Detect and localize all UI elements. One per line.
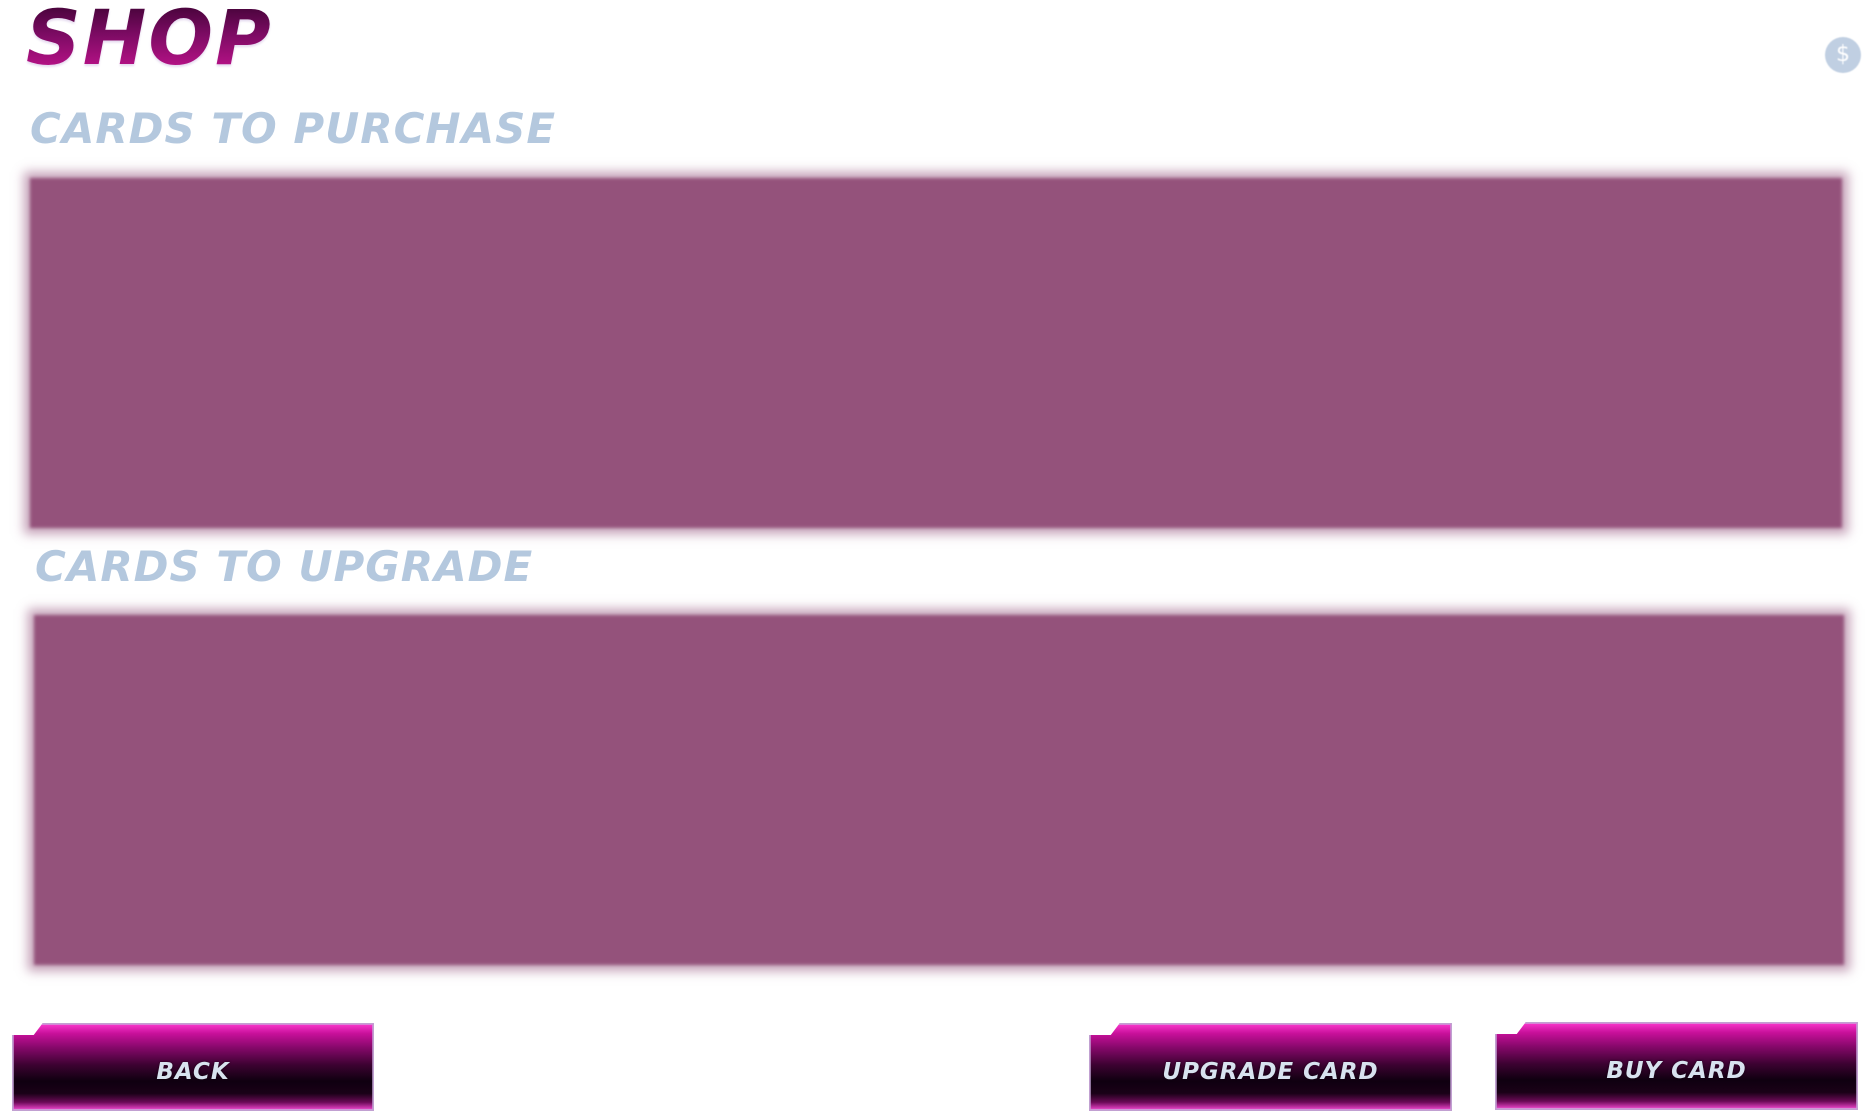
cards-to-upgrade-panel[interactable] bbox=[34, 615, 1844, 965]
buy-card-button-label: BUY CARD bbox=[1606, 1058, 1747, 1084]
cards-to-purchase-panel[interactable] bbox=[30, 178, 1842, 528]
back-button-label: BACK bbox=[156, 1059, 230, 1085]
cards-to-upgrade-heading: CARDS TO UPGRADE bbox=[35, 542, 534, 591]
cards-to-purchase-heading: CARDS TO PURCHASE bbox=[30, 104, 557, 153]
upgrade-card-button-label: UPGRADE CARD bbox=[1162, 1059, 1379, 1085]
back-button[interactable]: BACK bbox=[12, 1023, 374, 1111]
shop-screen: SHOP $ CARDS TO PURCHASE CARDS TO UPGRAD… bbox=[0, 0, 1867, 1118]
buy-card-button[interactable]: BUY CARD bbox=[1495, 1022, 1858, 1110]
upgrade-card-button[interactable]: UPGRADE CARD bbox=[1089, 1023, 1452, 1111]
dollar-coin-icon: $ bbox=[1825, 37, 1861, 73]
page-title: SHOP bbox=[26, 0, 273, 82]
